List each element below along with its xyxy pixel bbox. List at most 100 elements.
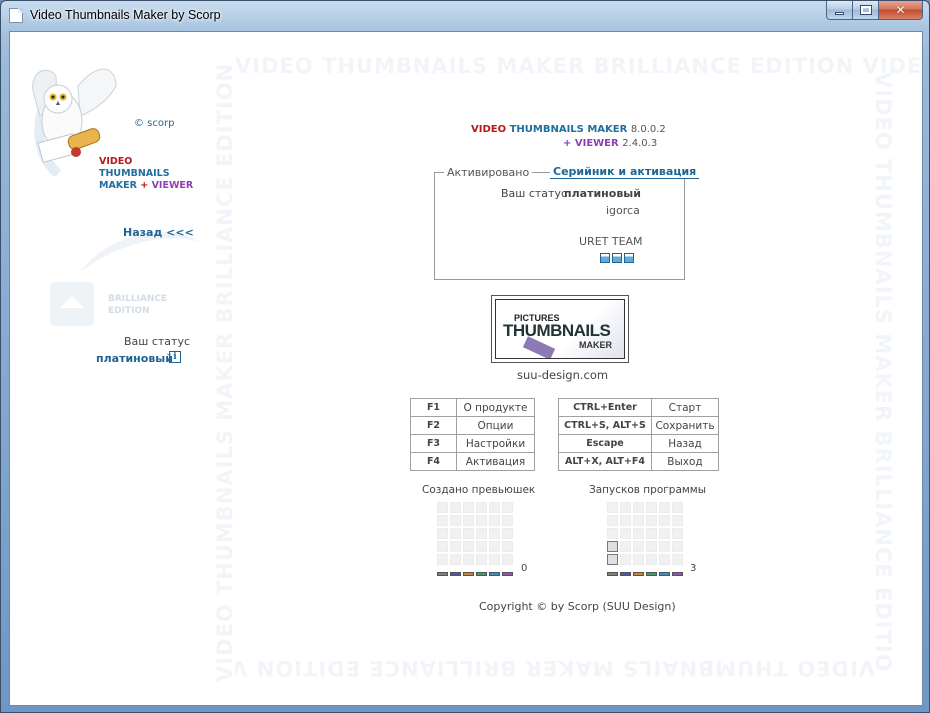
tab-serial-activation[interactable]: Серийник и активация <box>550 165 700 179</box>
banner-thumbnails: THUMBNAILS <box>503 321 611 340</box>
counter-cell <box>437 554 448 565</box>
title-bar[interactable]: Video Thumbnails Maker by Scorp ✕ <box>1 1 929 31</box>
window-small-icon[interactable] <box>612 253 622 263</box>
counter-cell <box>489 528 500 539</box>
counter-cell <box>489 502 500 513</box>
hotkey-key: F4 <box>410 452 457 471</box>
window-small-icon[interactable] <box>600 253 610 263</box>
counter-cell <box>463 541 474 552</box>
counter-bar <box>607 572 618 576</box>
brilliance-edition-label: BRILLIANCE EDITION <box>108 293 167 317</box>
counter-cell <box>463 502 474 513</box>
counter-cell <box>476 541 487 552</box>
table-row: CTRL+Enter Старт <box>558 398 719 417</box>
activation-icons <box>600 253 634 263</box>
tab-activated[interactable]: Активировано <box>444 166 533 179</box>
counter-cell <box>633 554 644 565</box>
hotkey-action[interactable]: Настройки <box>456 434 535 453</box>
site-link[interactable]: suu-design.com <box>517 368 608 382</box>
table-row: F3 Настройки <box>410 434 535 453</box>
hotkey-action[interactable]: Выход <box>651 452 719 471</box>
counter-cell <box>633 528 644 539</box>
counter-bar <box>672 572 683 576</box>
watermark-left: VIDEO THUMBNAILS MAKER BRILLIANCE EDITIO… <box>213 62 237 682</box>
logo-line-video: VIDEO <box>99 156 133 167</box>
counter-cell <box>672 515 683 526</box>
logo-line-thumbnails: THUMBNAILS <box>99 168 170 179</box>
version-word-video: VIDEO <box>471 124 507 135</box>
brilliance-line-1: BRILLIANCE <box>108 294 168 304</box>
hotkeys-table-right: CTRL+Enter Старт CTRL+S, ALT+S Сохранить E… <box>558 398 719 471</box>
counter-cell <box>489 554 500 565</box>
copyright: Copyright © by Scorp (SUU Design) <box>479 600 676 613</box>
counter-cell <box>450 502 461 513</box>
back-link[interactable]: Назад <<< <box>123 226 194 239</box>
window-small-icon[interactable] <box>624 253 634 263</box>
counter-cell <box>502 502 513 513</box>
close-button[interactable]: ✕ <box>879 1 923 20</box>
counter-cell <box>607 502 618 513</box>
hotkey-action[interactable]: О продукте <box>456 398 535 417</box>
counter-cell <box>502 554 513 565</box>
minimize-icon <box>835 11 844 15</box>
close-icon: ✕ <box>895 3 906 17</box>
counter-cell <box>476 528 487 539</box>
launches-counter-grid <box>607 502 683 565</box>
hotkey-key: Escape <box>558 434 652 453</box>
counter-cell <box>607 541 618 552</box>
counter-cell <box>633 541 644 552</box>
window-controls: ✕ <box>826 1 923 21</box>
thumbnails-counter-value: 0 <box>521 563 528 574</box>
counter-cell <box>646 528 657 539</box>
counter-cell <box>607 528 618 539</box>
table-row: CTRL+S, ALT+S Сохранить <box>558 416 719 435</box>
version-number-viewer: 2.4.0.3 <box>622 138 658 149</box>
logo-plus: + <box>140 180 149 191</box>
info-icon[interactable]: i <box>169 351 181 363</box>
hotkey-action[interactable]: Назад <box>651 434 719 453</box>
hotkey-action[interactable]: Сохранить <box>651 416 719 435</box>
launches-counter-bars <box>607 572 683 576</box>
pictures-thumbnails-maker-banner[interactable]: PICTURES THUMBNAILS MAKER <box>491 295 629 363</box>
hotkey-action[interactable]: Старт <box>651 398 719 417</box>
brilliance-edition-icon <box>50 282 94 326</box>
counter-bar <box>450 572 461 576</box>
thumbnails-counter-bars <box>437 572 513 576</box>
counter-cell <box>646 541 657 552</box>
brilliance-line-2: EDITION <box>108 306 150 316</box>
launches-counter-value: 3 <box>690 563 697 574</box>
author-link[interactable]: © scorp <box>134 118 174 129</box>
counter-cell <box>489 541 500 552</box>
hotkey-action[interactable]: Активация <box>456 452 535 471</box>
counter-cell <box>646 554 657 565</box>
counter-cell <box>646 515 657 526</box>
thumbnails-counter-title: Создано превьюшек <box>422 484 536 496</box>
maximize-button[interactable] <box>853 1 879 20</box>
hotkeys-table-left: F1 О продукте F2 Опции F3 Настройки F4 Актив… <box>410 398 535 471</box>
counter-bar <box>502 572 513 576</box>
hotkey-key: F3 <box>410 434 457 453</box>
table-row: F1 О продукте <box>410 398 535 417</box>
counter-cell <box>450 515 461 526</box>
maximize-icon <box>859 5 872 15</box>
hotkey-key: CTRL+S, ALT+S <box>558 416 652 435</box>
watermark-top: VIDEO THUMBNAILS MAKER BRILLIANCE EDITIO… <box>235 54 923 78</box>
table-row: F2 Опции <box>410 416 535 435</box>
counter-cell <box>620 528 631 539</box>
counter-bar <box>463 572 474 576</box>
counter-cell <box>633 515 644 526</box>
client-area: VIDEO THUMBNAILS MAKER BRILLIANCE EDITIO… <box>9 31 923 706</box>
counter-cell <box>476 554 487 565</box>
counter-bar <box>437 572 448 576</box>
minimize-button[interactable] <box>826 1 853 20</box>
counter-cell <box>659 515 670 526</box>
counter-cell <box>607 554 618 565</box>
counter-cell <box>646 502 657 513</box>
hotkey-action[interactable]: Опции <box>456 416 535 435</box>
app-icon[interactable] <box>9 8 23 23</box>
version-line-main: VIDEO THUMBNAILS MAKER 8.0.0.2 <box>471 124 666 135</box>
counter-cell <box>489 515 500 526</box>
version-line-viewer: + VIEWER 2.4.0.3 <box>563 138 657 149</box>
counter-cell <box>620 554 631 565</box>
counter-cell <box>463 554 474 565</box>
